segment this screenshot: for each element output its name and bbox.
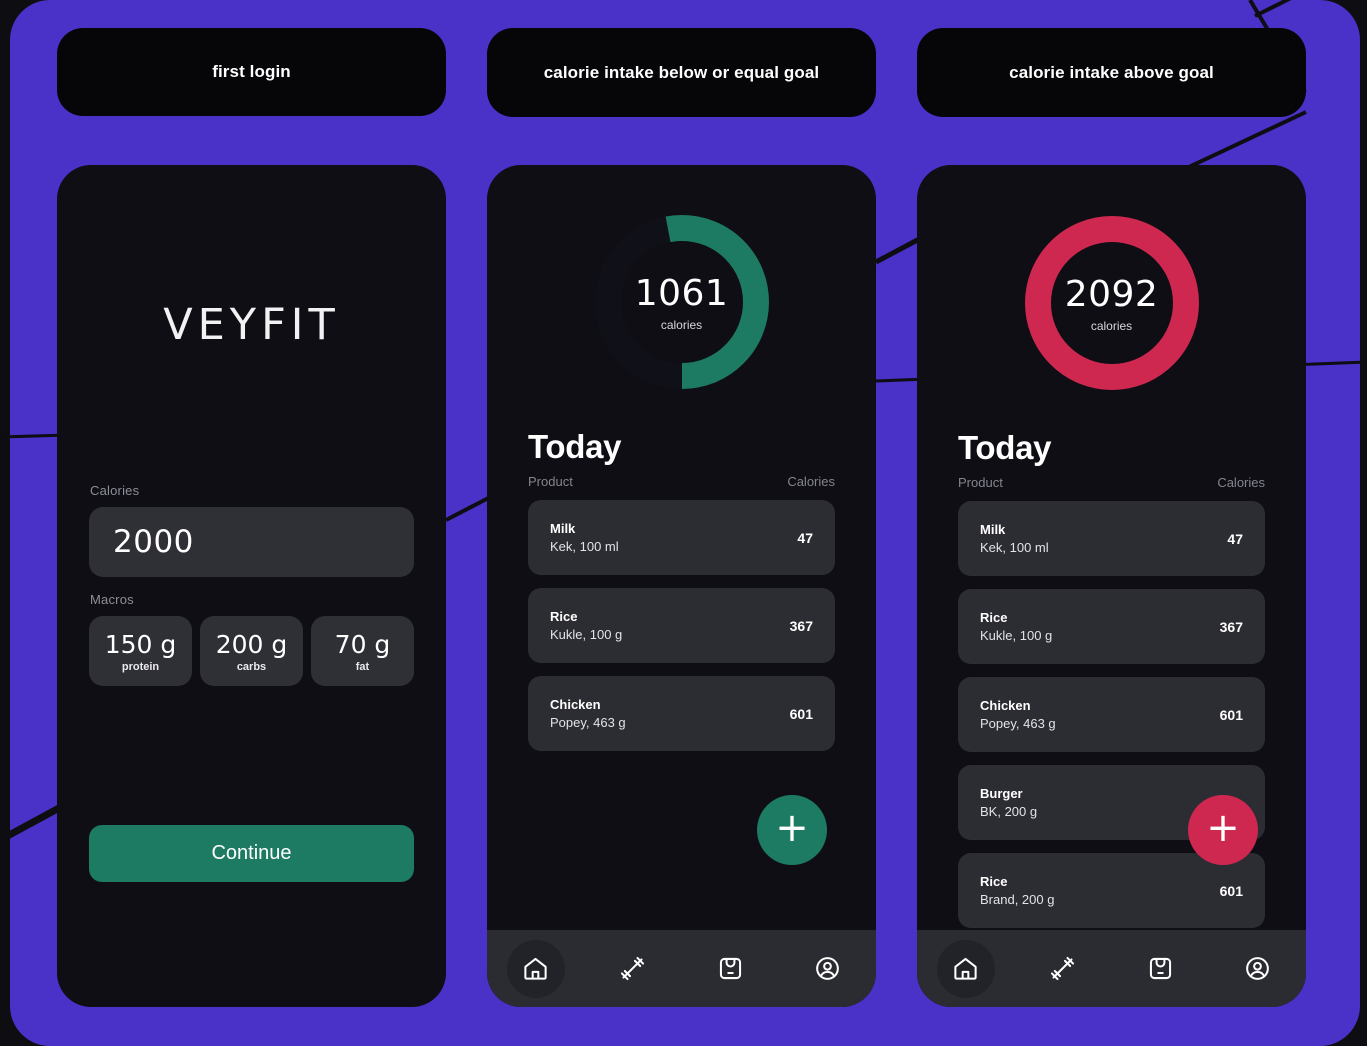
- calories-input[interactable]: 2000: [89, 507, 414, 577]
- phone-screen-above-goal: 2092 calories Today Product Calories Mil…: [917, 165, 1306, 1007]
- dumbbell-icon: [1049, 955, 1076, 982]
- macros-group: 150 g protein 200 g carbs 70 g fat: [89, 616, 414, 686]
- macro-name: protein: [121, 660, 160, 673]
- phone-screen-below-goal: 1061 calories Today Product Calories Mil…: [487, 165, 876, 1007]
- food-desc: Kukle, 100 g: [980, 628, 1053, 643]
- scale-icon: [717, 955, 744, 982]
- food-info: Milk Kek, 100 ml: [980, 522, 1227, 555]
- column-header-calories: Calories: [1217, 475, 1265, 490]
- food-list-item[interactable]: Rice Kukle, 100 g 367: [528, 588, 835, 663]
- food-name: Milk: [550, 521, 576, 536]
- ring-unit: calories: [1090, 318, 1133, 333]
- nav-item-home[interactable]: [506, 939, 565, 998]
- food-list-item[interactable]: Chicken Popey, 463 g 601: [958, 677, 1265, 752]
- food-info: Rice Kukle, 100 g: [980, 610, 1220, 643]
- section-title: Today: [958, 429, 1052, 466]
- macro-value: 200 g: [215, 629, 288, 659]
- food-name: Burger: [980, 786, 1023, 801]
- nav-item-profile[interactable]: [1228, 940, 1286, 998]
- food-desc: Popey, 463 g: [550, 715, 626, 730]
- calorie-ring-green: 1061 calories: [591, 211, 773, 393]
- continue-button[interactable]: Continue: [89, 825, 414, 882]
- food-list-item[interactable]: Rice Kukle, 100 g 367: [958, 589, 1265, 664]
- food-calories: 601: [1219, 882, 1243, 899]
- ring-value: 2092: [1064, 273, 1159, 315]
- food-info: Chicken Popey, 463 g: [550, 697, 790, 730]
- food-calories: 601: [789, 705, 813, 722]
- food-list-item[interactable]: Milk Kek, 100 ml 47: [528, 500, 835, 575]
- macros-field-label: Macros: [90, 592, 134, 607]
- food-info: Chicken Popey, 463 g: [980, 698, 1220, 731]
- annotation-chip-below-goal: calorie intake below or equal goal: [487, 28, 876, 117]
- macro-carbs[interactable]: 200 g carbs: [200, 616, 303, 686]
- macro-name: fat: [355, 660, 370, 673]
- food-info: Milk Kek, 100 ml: [550, 521, 797, 554]
- food-calories: 367: [789, 617, 813, 634]
- section-title: Today: [528, 428, 622, 465]
- food-name: Chicken: [980, 698, 1031, 713]
- nav-item-profile[interactable]: [798, 940, 856, 998]
- chip-label: calorie intake above goal: [1009, 62, 1214, 82]
- ring-unit: calories: [660, 317, 703, 332]
- macro-name: carbs: [236, 660, 267, 673]
- add-food-button[interactable]: +: [1188, 795, 1258, 865]
- annotation-chip-above-goal: calorie intake above goal: [917, 28, 1306, 117]
- home-icon: [522, 955, 549, 982]
- macro-fat[interactable]: 70 g fat: [311, 616, 414, 686]
- food-calories: 47: [1227, 530, 1243, 547]
- food-list-item[interactable]: Chicken Popey, 463 g 601: [528, 676, 835, 751]
- food-desc: Kukle, 100 g: [550, 627, 623, 642]
- phone-screen-onboarding: VEYFIT Calories 2000 Macros 150 g protei…: [57, 165, 446, 1007]
- food-desc: Kek, 100 ml: [980, 540, 1049, 555]
- nav-item-home[interactable]: [936, 939, 995, 998]
- food-list: Milk Kek, 100 ml 47 Rice Kukle, 100 g 36…: [528, 500, 835, 751]
- profile-icon: [1244, 955, 1271, 982]
- bottom-navigation: [917, 930, 1306, 1007]
- profile-icon: [814, 955, 841, 982]
- plus-icon: +: [775, 805, 809, 851]
- ring-center-text: 2092 calories: [1021, 212, 1203, 394]
- nav-item-workouts[interactable]: [604, 940, 662, 998]
- column-header-product: Product: [958, 475, 1003, 490]
- column-header-product: Product: [528, 474, 573, 489]
- food-calories: 367: [1219, 618, 1243, 635]
- macro-protein[interactable]: 150 g protein: [89, 616, 192, 686]
- food-calories: 601: [1219, 706, 1243, 723]
- calories-field-label: Calories: [90, 483, 140, 498]
- food-name: Chicken: [550, 697, 601, 712]
- screenshot-root: first login calorie intake below or equa…: [0, 0, 1367, 1046]
- ring-center-text: 1061 calories: [591, 211, 773, 393]
- macro-value: 150 g: [104, 629, 177, 659]
- add-food-button[interactable]: +: [757, 795, 827, 865]
- food-desc: Brand, 200 g: [980, 892, 1055, 907]
- bottom-navigation: [487, 930, 876, 1007]
- food-calories: 47: [797, 529, 813, 546]
- chip-label: calorie intake below or equal goal: [543, 62, 820, 82]
- ring-value: 1061: [634, 272, 729, 314]
- food-name: Rice: [980, 610, 1008, 625]
- food-desc: Kek, 100 ml: [550, 539, 619, 554]
- nav-item-workouts[interactable]: [1034, 940, 1092, 998]
- food-desc: Popey, 463 g: [980, 716, 1056, 731]
- annotation-chip-first-login: first login: [57, 28, 446, 116]
- home-icon: [952, 955, 979, 982]
- calories-input-value: 2000: [113, 524, 194, 560]
- food-name: Rice: [550, 609, 578, 624]
- scale-icon: [1147, 955, 1174, 982]
- food-info: Rice Kukle, 100 g: [550, 609, 790, 642]
- column-header-calories: Calories: [787, 474, 835, 489]
- chip-label: first login: [212, 62, 291, 81]
- nav-item-weight[interactable]: [1131, 940, 1189, 998]
- dumbbell-icon: [619, 955, 646, 982]
- calorie-ring-red: 2092 calories: [1021, 212, 1203, 394]
- plus-icon: +: [1206, 805, 1240, 851]
- food-list-item[interactable]: Milk Kek, 100 ml 47: [958, 501, 1265, 576]
- nav-item-weight[interactable]: [701, 940, 759, 998]
- food-name: Milk: [980, 522, 1006, 537]
- food-name: Rice: [980, 874, 1008, 889]
- macro-value: 70 g: [334, 629, 391, 659]
- food-info: Rice Brand, 200 g: [980, 874, 1220, 907]
- app-logo: VEYFIT: [163, 300, 340, 350]
